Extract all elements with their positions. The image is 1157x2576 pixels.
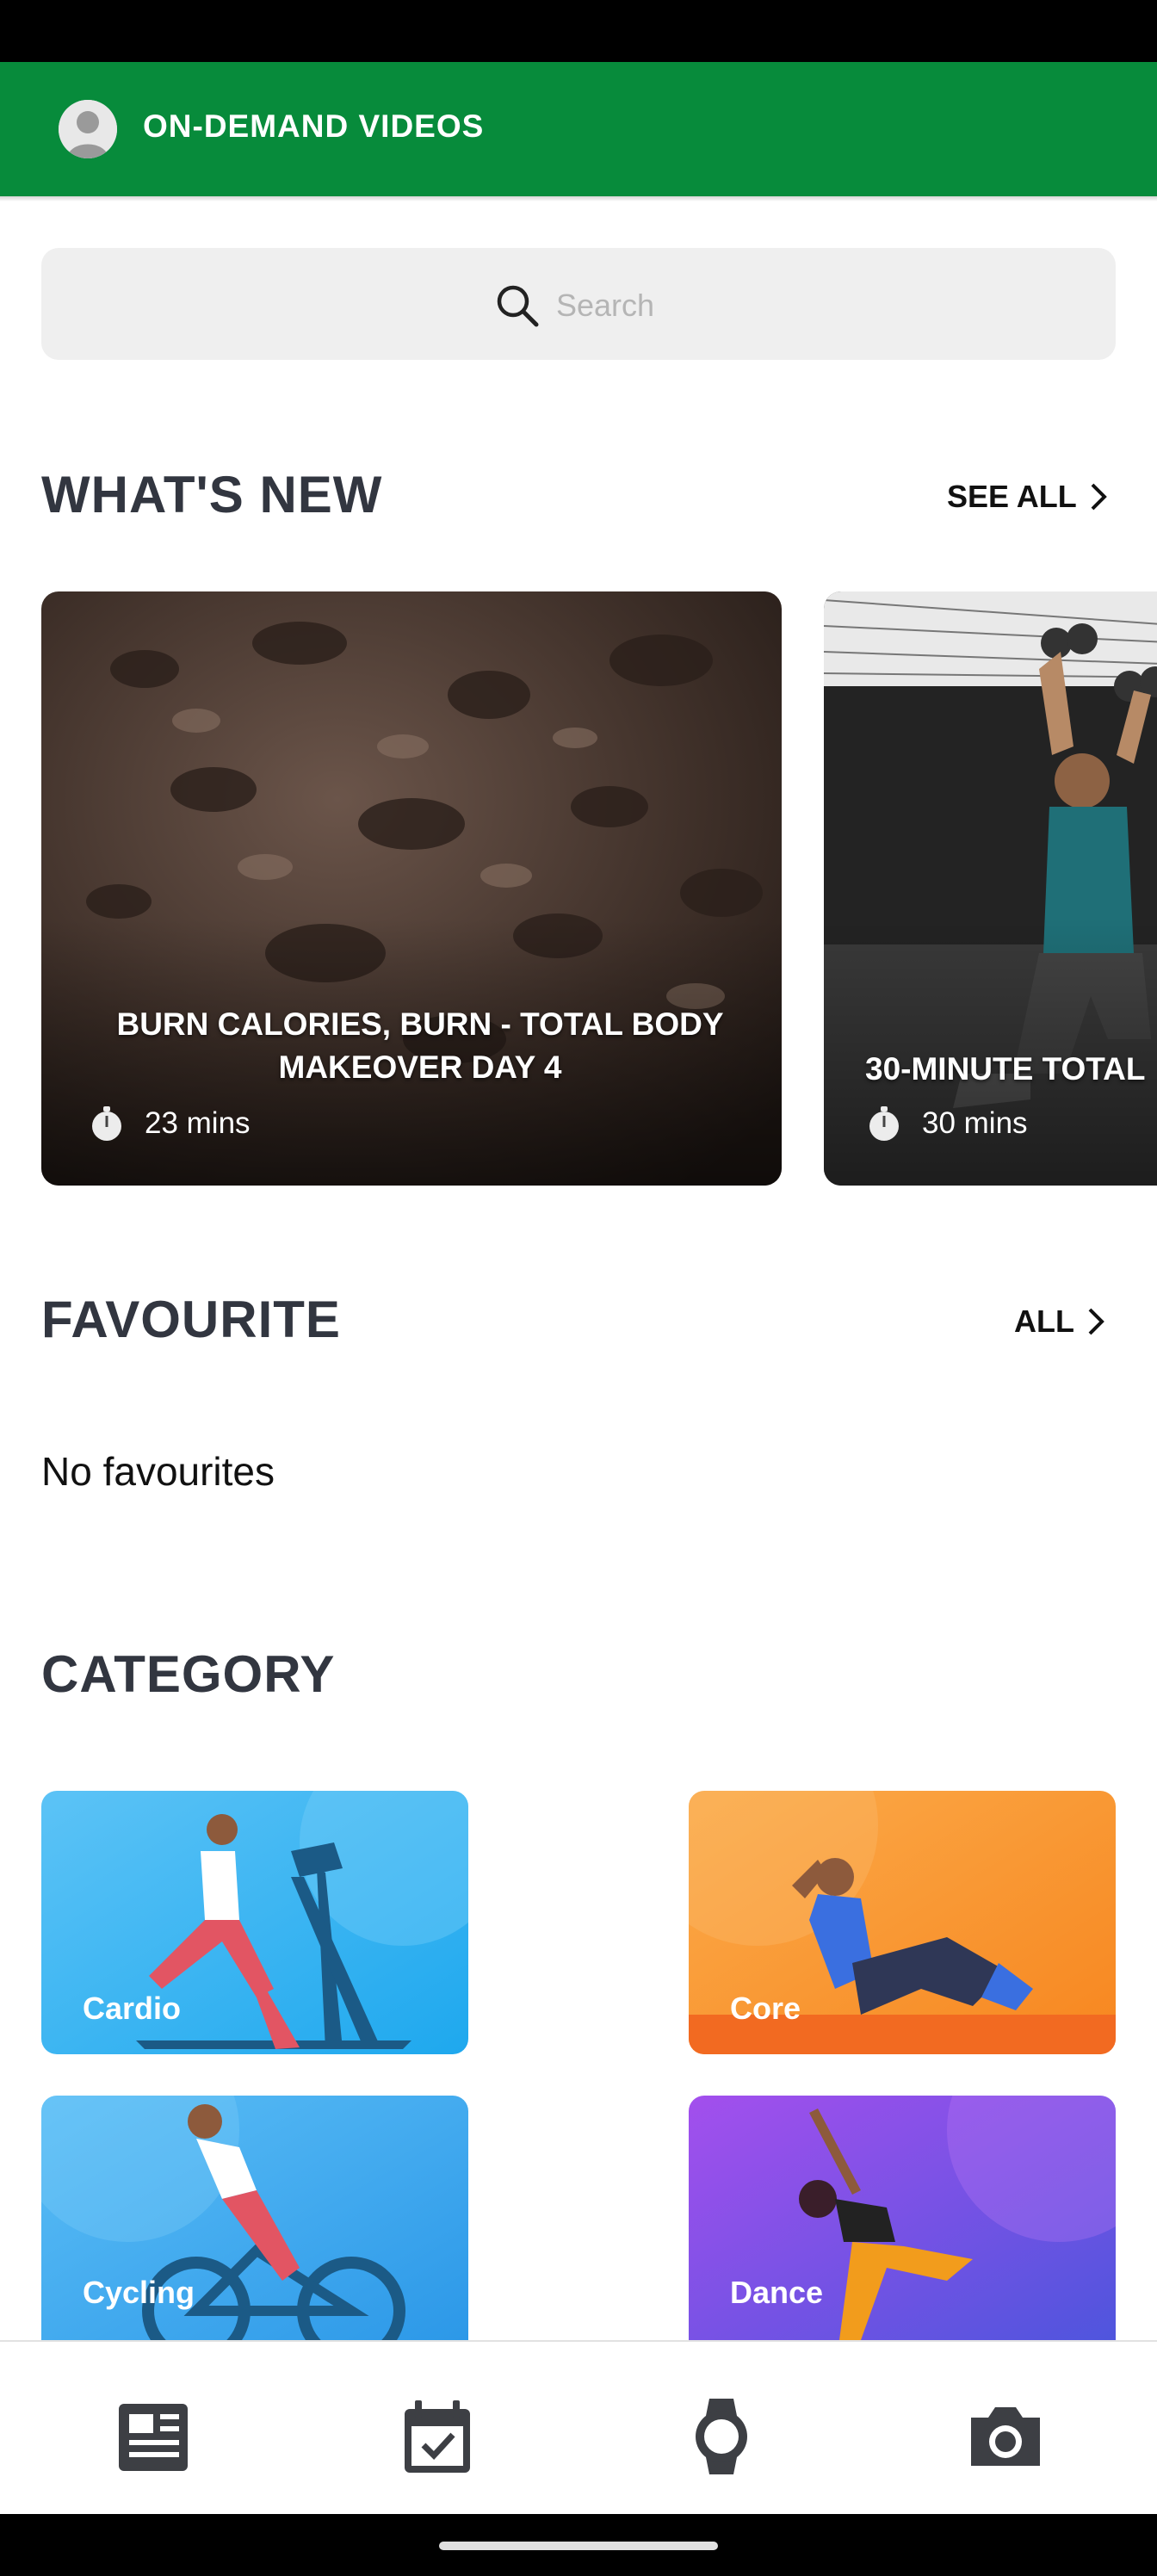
nav-device[interactable] xyxy=(678,2393,764,2480)
watch-icon xyxy=(696,2399,747,2474)
category-label: Dance xyxy=(730,2275,824,2310)
category-label: Cycling xyxy=(83,2275,195,2310)
duration-label: 30 mins xyxy=(922,1106,1028,1140)
category-heading: CATEGORY xyxy=(41,1645,336,1703)
app-bar: ON-DEMAND VIDEOS xyxy=(0,62,1157,196)
news-icon xyxy=(119,2404,188,2471)
home-gesture-handle[interactable] xyxy=(439,2542,718,2550)
camera-icon xyxy=(971,2407,1040,2466)
category-tile-core[interactable]: Core xyxy=(689,1791,1116,2054)
status-bar xyxy=(0,0,1157,62)
category-label: Cardio xyxy=(83,1991,182,2026)
user-avatar-icon xyxy=(59,100,117,158)
page-title: ON-DEMAND VIDEOS xyxy=(143,108,485,144)
video-thumbnail xyxy=(824,591,1157,1186)
see-all-label: SEE ALL xyxy=(947,479,1077,514)
category-label: Core xyxy=(730,1991,801,2026)
app-bar-shadow xyxy=(0,196,1157,201)
video-card[interactable]: 30-MINUTE TOTAL 30 mins xyxy=(824,591,1157,1186)
search-icon xyxy=(497,285,539,327)
category-tile-cardio[interactable]: Cardio xyxy=(41,1791,468,2054)
empty-favourites-text: No favourites xyxy=(41,1449,275,1494)
favourite-heading: FAVOURITE xyxy=(41,1291,341,1348)
video-card[interactable]: BURN CALORIES, BURN - TOTAL BODY MAKEOVE… xyxy=(41,591,782,1186)
search-placeholder: Search xyxy=(556,288,655,323)
bottom-navigation xyxy=(0,2340,1157,2516)
category-tile-cycling[interactable]: Cycling xyxy=(41,2096,468,2340)
avatar[interactable] xyxy=(59,100,117,158)
stopwatch-icon xyxy=(869,1106,899,1141)
chevron-right-icon xyxy=(1088,1308,1104,1335)
see-all-button[interactable]: SEE ALL xyxy=(947,479,1108,515)
system-navigation-bar xyxy=(0,2514,1157,2576)
all-label: ALL xyxy=(1014,1303,1074,1339)
duration-label: 23 mins xyxy=(145,1106,251,1140)
calendar-check-icon xyxy=(405,2400,470,2473)
nav-news[interactable] xyxy=(110,2393,196,2480)
all-favourites-button[interactable]: ALL xyxy=(1014,1303,1105,1340)
stopwatch-icon xyxy=(92,1106,121,1141)
video-title: BURN CALORIES, BURN - TOTAL BODY MAKEOVE… xyxy=(116,1006,724,1085)
nav-calendar[interactable] xyxy=(394,2393,480,2480)
whats-new-heading: WHAT'S NEW xyxy=(41,466,383,523)
chevron-right-icon xyxy=(1091,483,1107,511)
video-duration: 23 mins xyxy=(88,1105,251,1142)
search-input[interactable]: Search xyxy=(41,248,1116,360)
video-duration: 30 mins xyxy=(865,1105,1028,1142)
video-title: 30-MINUTE TOTAL xyxy=(865,1051,1146,1087)
category-tile-dance[interactable]: Dance xyxy=(689,2096,1116,2340)
video-thumbnail xyxy=(41,591,782,1186)
nav-camera[interactable] xyxy=(962,2393,1049,2480)
